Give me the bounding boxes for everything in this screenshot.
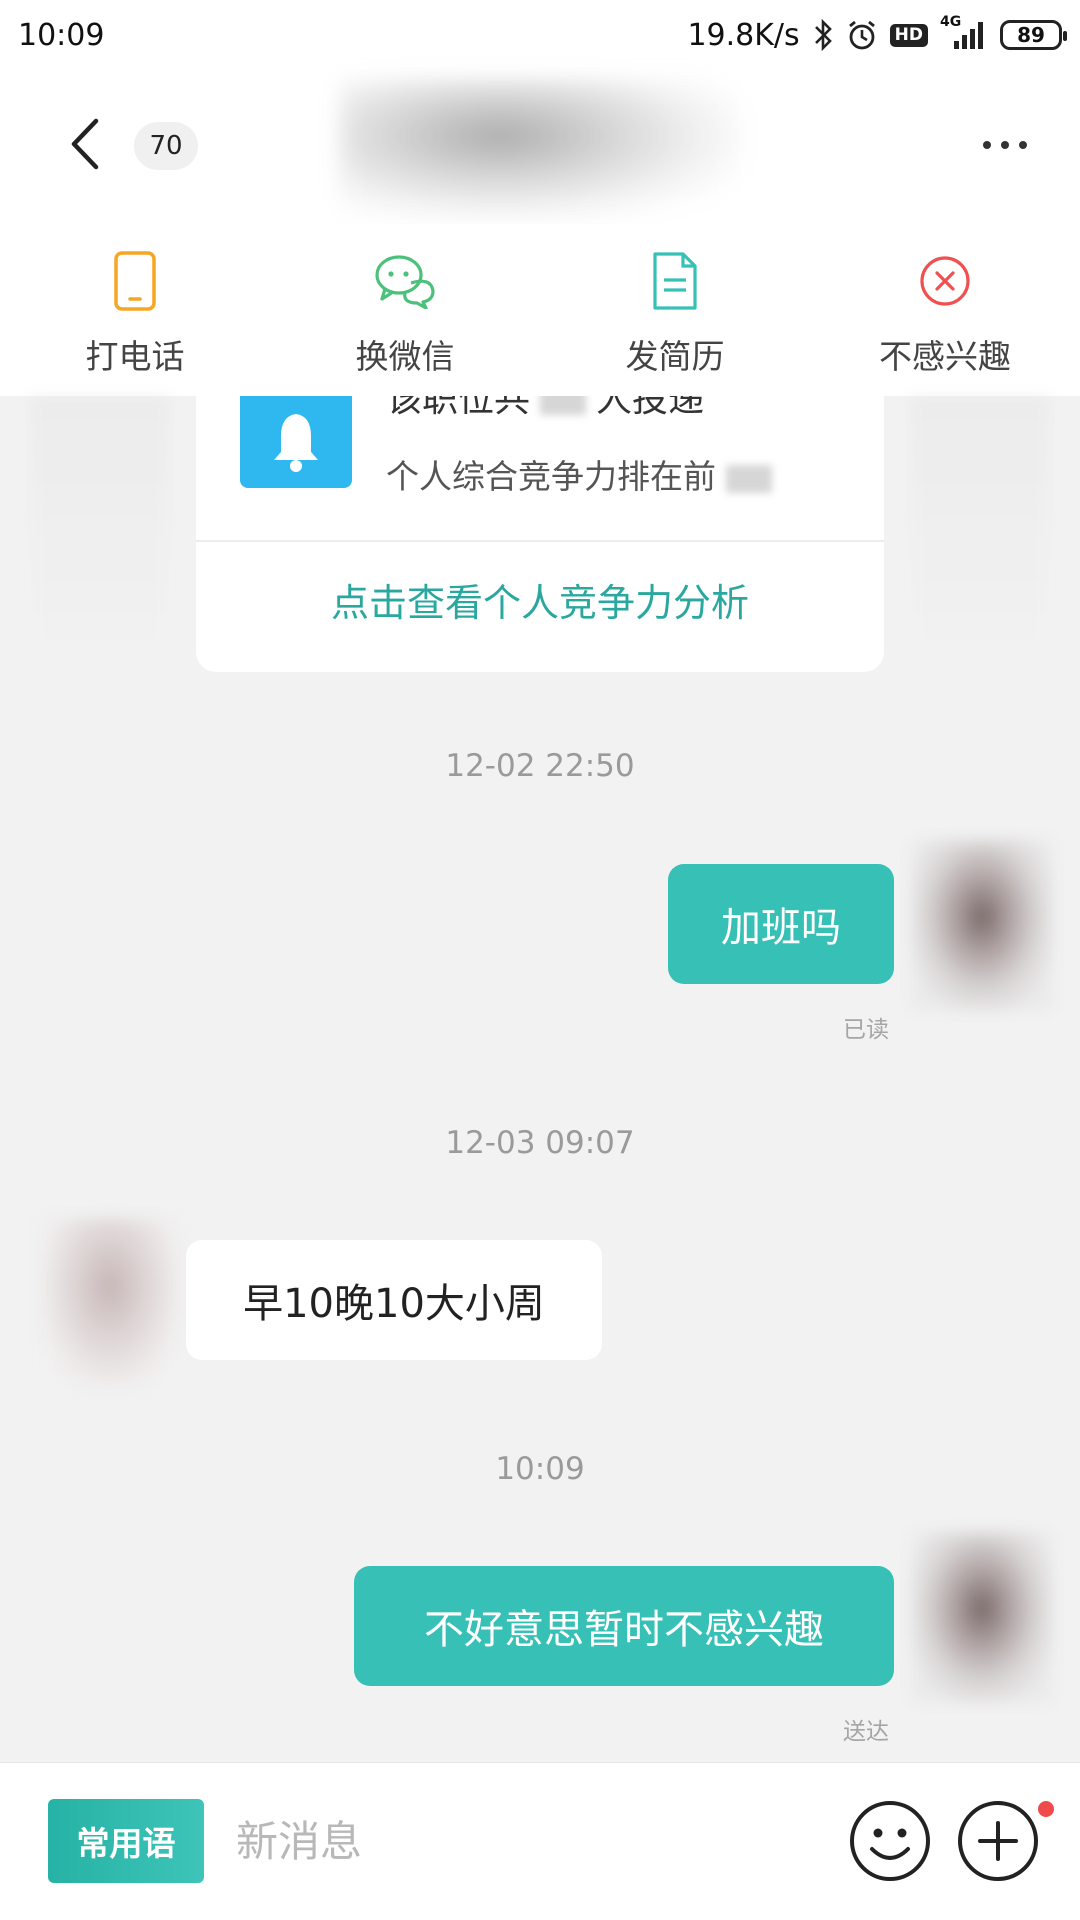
common-phrases-button[interactable]: 常用语 [48, 1799, 204, 1883]
alarm-icon [846, 19, 878, 51]
wechat-icon [370, 246, 440, 316]
recruiter-avatar[interactable] [40, 1218, 180, 1388]
competitiveness-analysis-link[interactable]: 点击查看个人竞争力分析 [196, 572, 884, 627]
chat-header: 70 [0, 70, 1080, 224]
message-timestamp: 12-02 22:50 [445, 748, 635, 784]
blurred-avatar-left [30, 396, 170, 656]
ranking-text: 个人综合竞争力排在前 [386, 450, 782, 498]
message-timestamp: 12-03 09:07 [445, 1125, 635, 1161]
plus-icon [958, 1801, 1038, 1881]
line1-prefix: 该职位共 [386, 396, 531, 420]
bluetooth-icon [812, 19, 834, 51]
chevron-left-icon [71, 118, 99, 170]
status-icons: 19.8K/s HD 4G 89 [687, 15, 1067, 53]
applicant-count-text: 该职位共 人投递 [386, 396, 704, 422]
action-label: 打电话 [85, 337, 185, 376]
contact-title-blurred [340, 80, 740, 220]
action-not-interested[interactable]: 不感兴趣 [810, 224, 1080, 396]
quick-actions: 打电话 换微信 发简历 不感兴趣 [0, 224, 1080, 396]
action-call[interactable]: 打电话 [0, 224, 270, 396]
message-status: 已读 [843, 1017, 889, 1043]
message-input[interactable] [236, 1801, 796, 1881]
emoji-button[interactable] [848, 1799, 932, 1883]
blurred-avatar-right [910, 396, 1050, 656]
blurred-number [540, 396, 587, 415]
line1-suffix: 人投递 [596, 396, 705, 420]
message-input-bar: 常用语 [0, 1762, 1080, 1920]
more-dot-icon [1001, 141, 1009, 149]
blurred-number [726, 464, 772, 493]
bell-icon [240, 396, 352, 488]
hd-badge: HD [889, 23, 928, 47]
more-dot-icon [983, 141, 991, 149]
line2-prefix: 个人综合竞争力排在前 [386, 457, 716, 496]
message-status: 送达 [843, 1719, 889, 1745]
unread-count-badge[interactable]: 70 [134, 122, 198, 170]
signal-icon: 4G [940, 15, 988, 51]
phone-icon [100, 246, 170, 316]
resume-icon [640, 246, 710, 316]
network-type: 4G [940, 14, 962, 30]
message-bubble-received[interactable]: 早10晚10大小周 [186, 1240, 602, 1360]
notification-dot [1038, 1801, 1054, 1817]
status-bar: 10:09 19.8K/s HD 4G 89 [0, 0, 1080, 70]
battery-indicator: 89 [1000, 20, 1067, 50]
my-avatar[interactable] [912, 1532, 1052, 1702]
competitiveness-card: 该职位共 人投递 个人综合竞争力排在前 点击查看个人竞争力分析 [196, 396, 884, 672]
action-label: 发简历 [625, 337, 725, 376]
my-avatar[interactable] [912, 840, 1052, 1010]
status-time: 10:09 [18, 17, 105, 53]
action-label: 换微信 [355, 337, 455, 376]
message-bubble-sent[interactable]: 加班吗 [668, 864, 894, 984]
more-options-button[interactable] [956, 1799, 1040, 1883]
action-wechat[interactable]: 换微信 [270, 224, 540, 396]
not-interested-icon [910, 246, 980, 316]
action-send-resume[interactable]: 发简历 [540, 224, 810, 396]
back-button[interactable] [60, 114, 110, 174]
smiley-icon [850, 1801, 930, 1881]
net-speed: 19.8K/s [687, 17, 800, 53]
card-divider [196, 540, 884, 542]
action-label: 不感兴趣 [879, 337, 1011, 376]
more-dot-icon [1019, 141, 1027, 149]
message-timestamp: 10:09 [495, 1451, 585, 1487]
message-bubble-sent[interactable]: 不好意思暂时不感兴趣 [354, 1566, 894, 1686]
more-button[interactable] [970, 130, 1040, 160]
